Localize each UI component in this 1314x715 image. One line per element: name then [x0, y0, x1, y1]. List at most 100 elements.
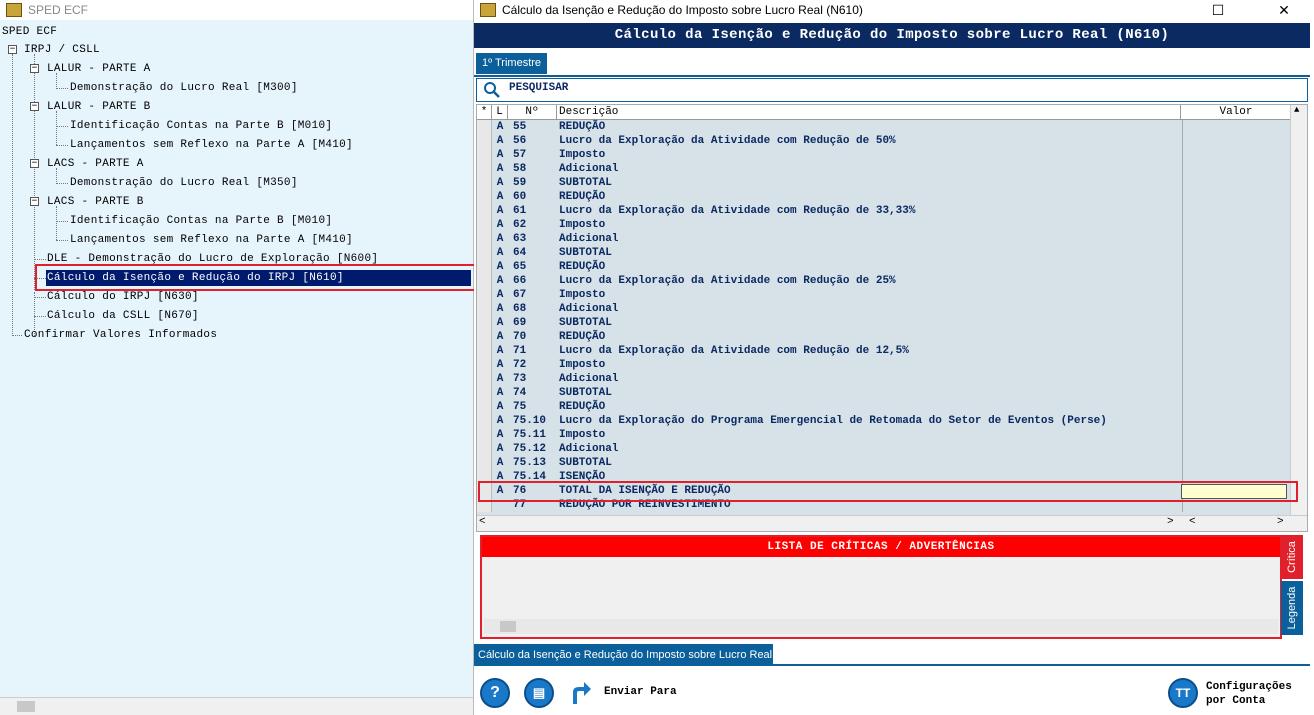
- search-label[interactable]: PESQUISAR: [509, 82, 568, 94]
- tree-node-lacs-parte-a[interactable]: LACS - PARTE A: [47, 156, 144, 172]
- table-row[interactable]: A 55 REDUÇÃO: [477, 120, 1307, 134]
- tree-node-irpj-csll[interactable]: IRPJ / CSLL: [24, 42, 100, 58]
- row-description: SUBTOTAL: [559, 457, 612, 469]
- tree-node-m410-lacs[interactable]: Lançamentos sem Reflexo na Parte A [M410…: [70, 232, 353, 248]
- table-row[interactable]: A 69 SUBTOTAL: [477, 316, 1307, 330]
- config-label-line1: Configurações: [1206, 681, 1292, 693]
- row-level: A: [496, 233, 504, 245]
- tree-node-confirmar[interactable]: Confirmar Valores Informados: [24, 327, 217, 343]
- scroll-right-icon[interactable]: >: [1277, 516, 1284, 528]
- table-row[interactable]: A 67 Imposto: [477, 288, 1307, 302]
- row-number: 75.13: [513, 457, 547, 469]
- tree-node-m410[interactable]: Lançamentos sem Reflexo na Parte A [M410…: [70, 137, 353, 153]
- grid-vertical-scrollbar[interactable]: ▲: [1290, 105, 1307, 531]
- row-marker: [477, 344, 492, 358]
- send-arrow-icon[interactable]: [570, 680, 592, 706]
- col-numero[interactable]: Nº: [508, 105, 557, 119]
- table-row[interactable]: A 75.12 Adicional: [477, 442, 1307, 456]
- table-row[interactable]: A 64 SUBTOTAL: [477, 246, 1307, 260]
- table-row[interactable]: A 68 Adicional: [477, 302, 1307, 316]
- tree-root[interactable]: SPED ECF: [2, 24, 57, 40]
- col-descricao[interactable]: Descrição: [557, 105, 1181, 119]
- search-icon[interactable]: [483, 81, 500, 98]
- table-row[interactable]: A 63 Adicional: [477, 232, 1307, 246]
- table-row[interactable]: A 58 Adicional: [477, 162, 1307, 176]
- tree-node-m300[interactable]: Demonstração do Lucro Real [M300]: [70, 80, 298, 96]
- scroll-up-icon[interactable]: ▲: [1294, 105, 1299, 115]
- tab-critica[interactable]: Crítica: [1281, 535, 1303, 579]
- tree-horizontal-scrollbar[interactable]: [0, 697, 473, 715]
- table-row[interactable]: A 71 Lucro da Exploração da Atividade com …: [477, 344, 1307, 358]
- tree-node-lalur-parte-a[interactable]: LALUR - PARTE A: [47, 61, 151, 77]
- print-button[interactable]: ▤: [524, 678, 554, 708]
- tree-node-n630[interactable]: Cálculo do IRPJ [N630]: [47, 289, 199, 305]
- col-l[interactable]: L: [492, 105, 508, 119]
- tree-node-m350[interactable]: Demonstração do Lucro Real [M350]: [70, 175, 298, 191]
- collapse-toggle-icon[interactable]: −: [8, 45, 17, 54]
- table-row[interactable]: A 75 REDUÇÃO: [477, 400, 1307, 414]
- maximize-icon[interactable]: ☐: [1198, 0, 1238, 20]
- close-icon[interactable]: ✕: [1264, 0, 1304, 20]
- collapse-toggle-icon[interactable]: −: [30, 102, 39, 111]
- scroll-left-icon[interactable]: <: [1189, 516, 1196, 528]
- table-row[interactable]: A 60 REDUÇÃO: [477, 190, 1307, 204]
- bottom-form-tab[interactable]: Cálculo da Isenção e Redução do Imposto …: [474, 644, 773, 666]
- table-row[interactable]: A 75.13 SUBTOTAL: [477, 456, 1307, 470]
- grid-horizontal-scrollbar[interactable]: < > < >: [477, 515, 1307, 531]
- tree-node-m010[interactable]: Identificação Contas na Parte B [M010]: [70, 118, 332, 134]
- row-value: [1182, 302, 1291, 316]
- search-bar[interactable]: PESQUISAR: [476, 78, 1308, 102]
- col-valor[interactable]: Valor: [1182, 105, 1291, 119]
- table-row[interactable]: A 75.10 Lucro da Exploração do Programa Em…: [477, 414, 1307, 428]
- row-marker: [477, 120, 492, 134]
- left-window-title: SPED ECF: [28, 3, 89, 17]
- enviar-para-button[interactable]: Enviar Para: [604, 686, 677, 698]
- tree-node-lalur-parte-b[interactable]: LALUR - PARTE B: [47, 99, 151, 115]
- table-row[interactable]: A 65 REDUÇÃO: [477, 260, 1307, 274]
- table-row[interactable]: A 62 Imposto: [477, 218, 1307, 232]
- tree-node-n670[interactable]: Cálculo da CSLL [N670]: [47, 308, 199, 324]
- row-number: 57: [513, 149, 527, 161]
- row-value: [1182, 162, 1291, 176]
- table-row[interactable]: A 72 Imposto: [477, 358, 1307, 372]
- help-icon: ?: [490, 684, 500, 701]
- row-value: [1182, 414, 1291, 428]
- row-number: 62: [513, 219, 527, 231]
- table-row[interactable]: A 59 SUBTOTAL: [477, 176, 1307, 190]
- row-description: Imposto: [559, 149, 606, 161]
- config-button[interactable]: TT: [1168, 678, 1198, 708]
- row-76-value-input[interactable]: [1181, 484, 1287, 499]
- tab-critica-label: Crítica: [1286, 541, 1298, 573]
- table-row[interactable]: A 73 Adicional: [477, 372, 1307, 386]
- row-marker: [477, 372, 492, 386]
- row-description: Lucro da Exploração do Programa Emergenc…: [559, 415, 1107, 427]
- criticas-scrollbar[interactable]: [484, 619, 1278, 634]
- table-row[interactable]: A 66 Lucro da Exploração da Atividade com …: [477, 274, 1307, 288]
- tab-1-trimestre[interactable]: 1º Trimestre: [476, 53, 548, 74]
- row-level: A: [496, 177, 504, 189]
- scroll-left-icon[interactable]: <: [479, 516, 486, 528]
- table-row[interactable]: A 75.11 Imposto: [477, 428, 1307, 442]
- row-level: A: [496, 401, 504, 413]
- collapse-toggle-icon[interactable]: −: [30, 64, 39, 73]
- scroll-thumb[interactable]: [17, 701, 35, 712]
- collapse-toggle-icon[interactable]: −: [30, 159, 39, 168]
- row-level: A: [496, 429, 504, 441]
- table-row[interactable]: A 70 REDUÇÃO: [477, 330, 1307, 344]
- help-button[interactable]: ?: [480, 678, 510, 708]
- config-label[interactable]: Configurações por Conta: [1206, 680, 1306, 708]
- table-row[interactable]: A 74 SUBTOTAL: [477, 386, 1307, 400]
- scroll-right-icon[interactable]: >: [1167, 516, 1174, 528]
- row-marker: [477, 288, 492, 302]
- col-star[interactable]: *: [477, 105, 492, 119]
- row-number: 63: [513, 233, 527, 245]
- table-row[interactable]: A 56 Lucro da Exploração da Atividade com …: [477, 134, 1307, 148]
- tab-legenda[interactable]: Legenda: [1281, 581, 1303, 635]
- tree-node-lacs-parte-b[interactable]: LACS - PARTE B: [47, 194, 144, 210]
- table-row[interactable]: A 61 Lucro da Exploração da Atividade com …: [477, 204, 1307, 218]
- scroll-thumb[interactable]: [500, 621, 516, 632]
- collapse-toggle-icon[interactable]: −: [30, 197, 39, 206]
- n610-window: Cálculo da Isenção e Redução do Imposto …: [474, 0, 1314, 715]
- table-row[interactable]: A 57 Imposto: [477, 148, 1307, 162]
- tree-node-m010-lacs[interactable]: Identificação Contas na Parte B [M010]: [70, 213, 332, 229]
